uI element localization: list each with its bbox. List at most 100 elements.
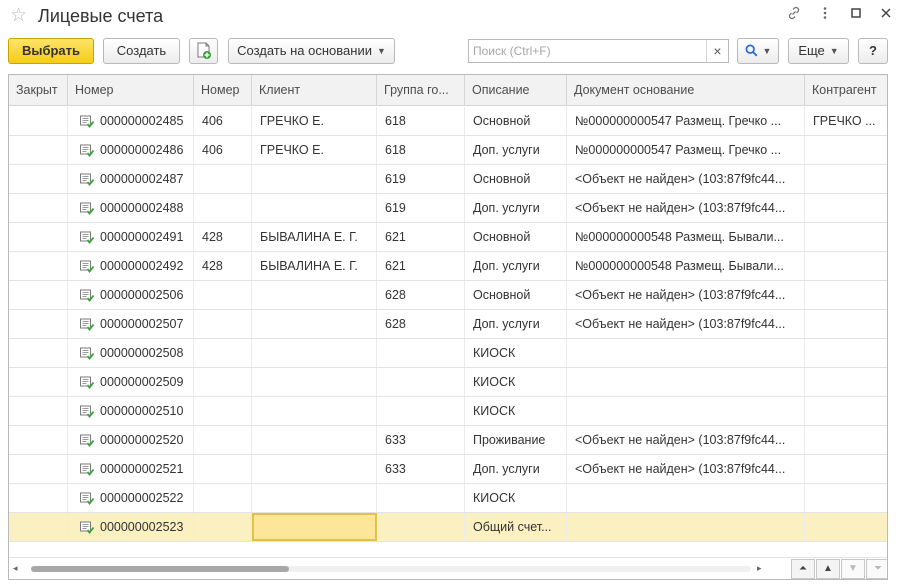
cell-description[interactable]: КИОСК (465, 339, 567, 367)
cell-closed[interactable] (9, 107, 68, 135)
cell-client[interactable] (252, 368, 377, 396)
cell-number2[interactable] (194, 165, 252, 193)
column-header-number2[interactable]: Номер (194, 75, 252, 106)
table-row[interactable]: 000000002508 КИОСК (9, 339, 887, 368)
cell-closed[interactable] (9, 165, 68, 193)
table-row[interactable]: 000000002521 633 Доп. услуги <Объект не най… (9, 455, 887, 484)
cell-document[interactable]: №000000000548 Размещ. Бывали... (567, 223, 805, 251)
copy-add-button[interactable] (189, 38, 218, 64)
cell-number[interactable]: 000000002523 (68, 513, 194, 541)
cell-document[interactable]: №000000000547 Размещ. Гречко ... (567, 136, 805, 164)
cell-document[interactable]: <Объект не найден> (103:87f9fc44... (567, 455, 805, 483)
cell-closed[interactable] (9, 252, 68, 280)
table-row[interactable]: 000000002486 406 ГРЕЧКО Е. 618 Доп. услуги №0… (9, 136, 887, 165)
favorite-star-icon[interactable]: ☆ (10, 6, 27, 26)
cell-client[interactable] (252, 455, 377, 483)
cell-document[interactable] (567, 397, 805, 425)
table-row[interactable]: 000000002491 428 БЫВАЛИНА Е. Г. 621 Основной… (9, 223, 887, 252)
cell-number[interactable]: 000000002508 (68, 339, 194, 367)
cell-document[interactable]: <Объект не найден> (103:87f9fc44... (567, 281, 805, 309)
cell-description[interactable]: Основной (465, 107, 567, 135)
cell-client[interactable] (252, 194, 377, 222)
cell-client[interactable] (252, 397, 377, 425)
cell-client[interactable] (252, 426, 377, 454)
cell-document[interactable] (567, 513, 805, 541)
cell-closed[interactable] (9, 484, 68, 512)
cell-counterparty[interactable] (805, 165, 887, 193)
cell-document[interactable]: №000000000547 Размещ. Гречко ... (567, 107, 805, 135)
column-header-client[interactable]: Клиент (252, 75, 377, 106)
go-first-icon[interactable]: ⏶ (791, 559, 815, 579)
cell-group[interactable] (377, 368, 465, 396)
cell-client[interactable] (252, 281, 377, 309)
more-vertical-icon[interactable] (815, 5, 835, 25)
table-row[interactable]: 000000002485 406 ГРЕЧКО Е. 618 Основной №0000… (9, 107, 887, 136)
cell-document[interactable] (567, 339, 805, 367)
cell-description[interactable]: Доп. услуги (465, 252, 567, 280)
cell-closed[interactable] (9, 281, 68, 309)
cell-number2[interactable] (194, 513, 252, 541)
cell-document[interactable] (567, 484, 805, 512)
cell-number2[interactable]: 406 (194, 107, 252, 135)
cell-client[interactable] (252, 339, 377, 367)
cell-client[interactable]: ГРЕЧКО Е. (252, 136, 377, 164)
column-header-document[interactable]: Документ основание (567, 75, 805, 106)
close-icon[interactable] (876, 5, 896, 25)
cell-number2[interactable] (194, 426, 252, 454)
cell-description[interactable]: Доп. услуги (465, 310, 567, 338)
create-based-on-button[interactable]: Создать на основании ▼ (228, 38, 395, 64)
cell-closed[interactable] (9, 136, 68, 164)
cell-group[interactable]: 621 (377, 223, 465, 251)
cell-number2[interactable] (194, 455, 252, 483)
cell-document[interactable] (567, 368, 805, 396)
cell-description[interactable]: Основной (465, 165, 567, 193)
cell-description[interactable]: Основной (465, 281, 567, 309)
table-row[interactable]: 000000002523 Общий счет... (9, 513, 887, 542)
cell-number2[interactable] (194, 397, 252, 425)
cell-group[interactable] (377, 397, 465, 425)
cell-counterparty[interactable] (805, 368, 887, 396)
cell-counterparty[interactable] (805, 397, 887, 425)
cell-closed[interactable] (9, 194, 68, 222)
cell-client[interactable] (252, 484, 377, 512)
cell-document[interactable]: <Объект не найден> (103:87f9fc44... (567, 165, 805, 193)
cell-closed[interactable] (9, 223, 68, 251)
cell-description[interactable]: КИОСК (465, 397, 567, 425)
cell-number[interactable]: 000000002491 (68, 223, 194, 251)
cell-description[interactable]: Проживание (465, 426, 567, 454)
cell-description[interactable]: КИОСК (465, 484, 567, 512)
cell-number[interactable]: 000000002485 (68, 107, 194, 135)
cell-counterparty[interactable] (805, 339, 887, 367)
cell-group[interactable]: 621 (377, 252, 465, 280)
scroll-right-icon[interactable]: ▸ (757, 562, 762, 574)
cell-number2[interactable] (194, 368, 252, 396)
cell-group[interactable]: 619 (377, 165, 465, 193)
cell-group[interactable]: 633 (377, 455, 465, 483)
cell-group[interactable]: 633 (377, 426, 465, 454)
cell-number[interactable]: 000000002510 (68, 397, 194, 425)
cell-counterparty[interactable] (805, 136, 887, 164)
cell-description[interactable]: Общий счет... (465, 513, 567, 541)
cell-group[interactable]: 618 (377, 136, 465, 164)
cell-number2[interactable]: 428 (194, 252, 252, 280)
scroll-left-icon[interactable]: ◂ (13, 562, 18, 574)
cell-number[interactable]: 000000002486 (68, 136, 194, 164)
go-down-icon[interactable]: ▼ (841, 559, 865, 579)
table-row[interactable]: 000000002509 КИОСК (9, 368, 887, 397)
maximize-icon[interactable] (846, 5, 866, 25)
cell-counterparty[interactable] (805, 426, 887, 454)
cell-number[interactable]: 000000002521 (68, 455, 194, 483)
cell-number[interactable]: 000000002487 (68, 165, 194, 193)
column-header-description[interactable]: Описание (465, 75, 567, 106)
table-row[interactable]: 000000002492 428 БЫВАЛИНА Е. Г. 621 Доп. усл… (9, 252, 887, 281)
cell-description[interactable]: Доп. услуги (465, 194, 567, 222)
cell-number2[interactable] (194, 194, 252, 222)
cell-group[interactable]: 628 (377, 281, 465, 309)
cell-number[interactable]: 000000002507 (68, 310, 194, 338)
cell-group[interactable] (377, 513, 465, 541)
search-input[interactable] (469, 40, 707, 62)
go-last-icon[interactable]: ⏷ (866, 559, 887, 579)
cell-number[interactable]: 000000002522 (68, 484, 194, 512)
cell-closed[interactable] (9, 397, 68, 425)
cell-number2[interactable]: 406 (194, 136, 252, 164)
